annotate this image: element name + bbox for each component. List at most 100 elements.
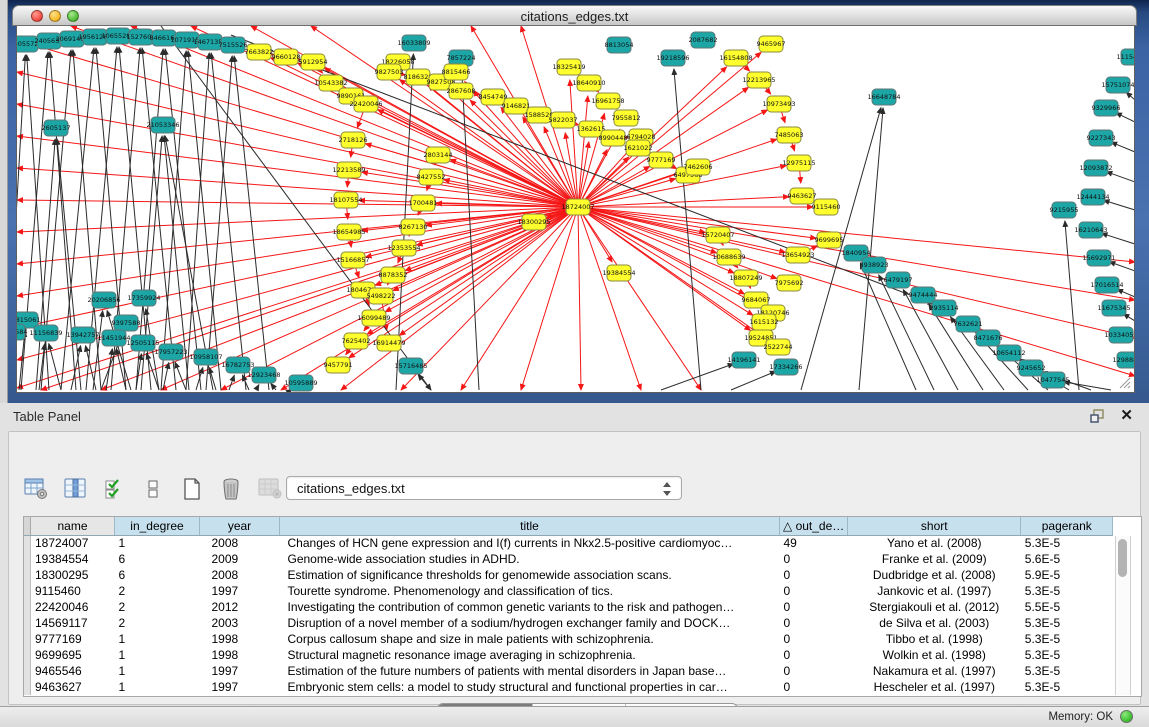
graph-node[interactable]: 1615132 <box>750 314 779 330</box>
graph-node[interactable]: 9397588 <box>112 315 141 331</box>
column-header-year[interactable]: year <box>200 517 280 535</box>
graph-node[interactable]: 12988875 <box>1112 352 1134 368</box>
graph-node[interactable]: 13942757 <box>66 327 99 343</box>
graph-node[interactable]: 12444134 <box>1076 189 1109 205</box>
graph-node[interactable]: 10595889 <box>284 375 317 391</box>
graph-node[interactable]: 14196141 <box>727 352 760 368</box>
graph-node[interactable]: 7975692 <box>775 275 804 291</box>
graph-node[interactable]: 10334059 <box>1104 327 1134 343</box>
graph-node[interactable]: 12213589 <box>332 162 365 178</box>
graph-node[interactable]: 18325419 <box>552 59 585 75</box>
graph-node[interactable]: 9660128 <box>272 49 301 65</box>
network-canvas[interactable]: 2405572424056392069140619561264106552871… <box>16 26 1135 393</box>
graph-node[interactable]: 17334266 <box>769 359 802 375</box>
graph-node[interactable]: 8878352 <box>379 267 408 283</box>
graph-node[interactable]: 15716485 <box>394 358 427 374</box>
graph-node[interactable]: 11156839 <box>29 325 62 341</box>
table-row[interactable]: 911546021997Tourette syndrome. Phenomeno… <box>24 583 1113 599</box>
graph-node[interactable]: 11154388 <box>1116 49 1134 65</box>
graph-node[interactable]: 8813054 <box>605 37 634 53</box>
table-row[interactable]: 2242004622012Investigating the contribut… <box>24 599 1113 615</box>
canvas-resize-grip[interactable] <box>1119 377 1131 389</box>
graph-node[interactable]: 2803144 <box>424 147 453 163</box>
graph-node[interactable]: 16154808 <box>719 50 752 66</box>
citation-graph[interactable]: 2405572424056392069140619561264106552871… <box>17 26 1134 392</box>
column-header-name[interactable]: name <box>31 517 115 535</box>
new-table-icon[interactable] <box>179 476 205 502</box>
graph-node[interactable]: 9777169 <box>647 152 676 168</box>
graph-node[interactable]: 10477545 <box>1036 372 1069 388</box>
graph-node[interactable]: 7485063 <box>775 127 804 143</box>
graph-node[interactable]: 2718126 <box>339 132 368 148</box>
graph-node[interactable]: 16210643 <box>1074 222 1107 238</box>
column-header-out_de[interactable]: △ out_de… <box>780 517 848 535</box>
graph-node[interactable]: 12975115 <box>782 155 815 171</box>
graph-node[interactable]: 7462606 <box>684 159 713 175</box>
graph-node[interactable]: 15692971 <box>1082 250 1115 266</box>
graph-node[interactable]: 7663822 <box>245 44 274 60</box>
column-header-pagerank[interactable]: pagerank <box>1021 517 1113 535</box>
table-row[interactable]: 1830029562008Estimation of significance … <box>24 567 1113 583</box>
graph-node[interactable]: 19384554 <box>602 265 635 281</box>
graph-node[interactable]: 18654985 <box>332 224 365 240</box>
table-row[interactable]: 969969511998Structural magnetic resonanc… <box>24 647 1113 663</box>
graph-node[interactable]: 7632621 <box>954 316 983 332</box>
graph-node[interactable]: 7955812 <box>612 110 641 126</box>
graph-node[interactable]: 13654923 <box>781 247 814 263</box>
graph-node[interactable]: 9827503 <box>375 64 404 80</box>
graph-node[interactable]: 9465967 <box>757 36 786 52</box>
graph-node[interactable]: 7625402 <box>342 333 371 349</box>
graph-node[interactable]: 6479197 <box>884 272 913 288</box>
graph-node[interactable]: 9329966 <box>1092 100 1121 116</box>
graph-node[interactable]: 12923468 <box>247 367 280 383</box>
table-row[interactable]: 1938455462009Genome-wide association stu… <box>24 551 1113 567</box>
float-panel-icon[interactable] <box>1090 409 1105 423</box>
graph-node[interactable]: 9227343 <box>1087 130 1116 146</box>
delete-rows-trash-icon[interactable] <box>218 476 244 502</box>
table-scrollbar[interactable] <box>1115 536 1131 695</box>
graph-node[interactable]: 22420046 <box>349 96 382 112</box>
graph-node[interactable]: 21053346 <box>146 117 179 133</box>
network-frame-titlebar[interactable]: citations_edges.txt <box>12 5 1137 26</box>
column-header-title[interactable]: title <box>280 517 780 535</box>
graph-node[interactable]: 9457791 <box>324 357 353 373</box>
node-table-grid[interactable]: namein_degreeyeartitle△ out_de…shortpage… <box>24 517 1113 695</box>
table-row[interactable]: 1456911722003Disruption of a novel membe… <box>24 615 1113 631</box>
graph-node[interactable]: 7515526 <box>219 37 248 53</box>
graph-node[interactable]: 20206856 <box>87 292 120 308</box>
graph-node[interactable]: 2522744 <box>764 339 793 355</box>
graph-node[interactable]: 18300295 <box>517 214 550 230</box>
graph-node[interactable]: 17957223 <box>154 344 187 360</box>
graph-node[interactable]: 16961758 <box>591 93 624 109</box>
graph-node[interactable]: 16033809 <box>397 35 430 51</box>
graph-node[interactable]: 17359924 <box>127 290 160 306</box>
graph-node[interactable]: 5822037 <box>549 112 578 128</box>
graph-node[interactable]: 8471676 <box>974 330 1003 346</box>
graph-node[interactable]: 8267130 <box>399 219 428 235</box>
graph-node[interactable]: 12213965 <box>742 72 775 88</box>
graph-node[interactable]: 18807249 <box>729 270 762 286</box>
graph-node[interactable]: 15166857 <box>336 252 369 268</box>
graph-node[interactable]: 12353554 <box>387 240 420 256</box>
graph-node[interactable]: 12093872 <box>1079 160 1112 176</box>
graph-node[interactable]: 16648784 <box>867 89 900 105</box>
graph-node[interactable]: 19218596 <box>656 50 689 66</box>
table-select-dropdown[interactable]: citations_edges.txt <box>286 476 682 500</box>
column-header-short[interactable]: short <box>848 517 1021 535</box>
graph-node[interactable]: 5912954 <box>299 54 328 70</box>
graph-node[interactable]: 8938923 <box>860 257 889 273</box>
graph-node[interactable]: 2605137 <box>42 120 71 136</box>
graph-node[interactable]: 17016514 <box>1090 277 1123 293</box>
graph-node[interactable]: 8815466 <box>442 64 471 80</box>
node-table[interactable]: namein_degreeyeartitle△ out_de…shortpage… <box>23 516 1142 697</box>
column-header-in_degree[interactable]: in_degree <box>115 517 200 535</box>
close-panel-icon[interactable]: ✕ <box>1120 406 1133 424</box>
graph-node[interactable]: 10958107 <box>189 349 222 365</box>
graph-node[interactable]: 2087682 <box>689 32 718 48</box>
table-row[interactable]: 977716911998Corpus callosum shape and si… <box>24 631 1113 647</box>
graph-node[interactable]: 10654112 <box>992 345 1025 361</box>
graph-node[interactable]: 2867608 <box>447 83 476 99</box>
graph-node[interactable]: 16914479 <box>372 335 405 351</box>
row-select-checks-icon[interactable] <box>101 476 127 502</box>
table-row[interactable]: 946362711997Embryonic stem cells: a mode… <box>24 679 1113 695</box>
